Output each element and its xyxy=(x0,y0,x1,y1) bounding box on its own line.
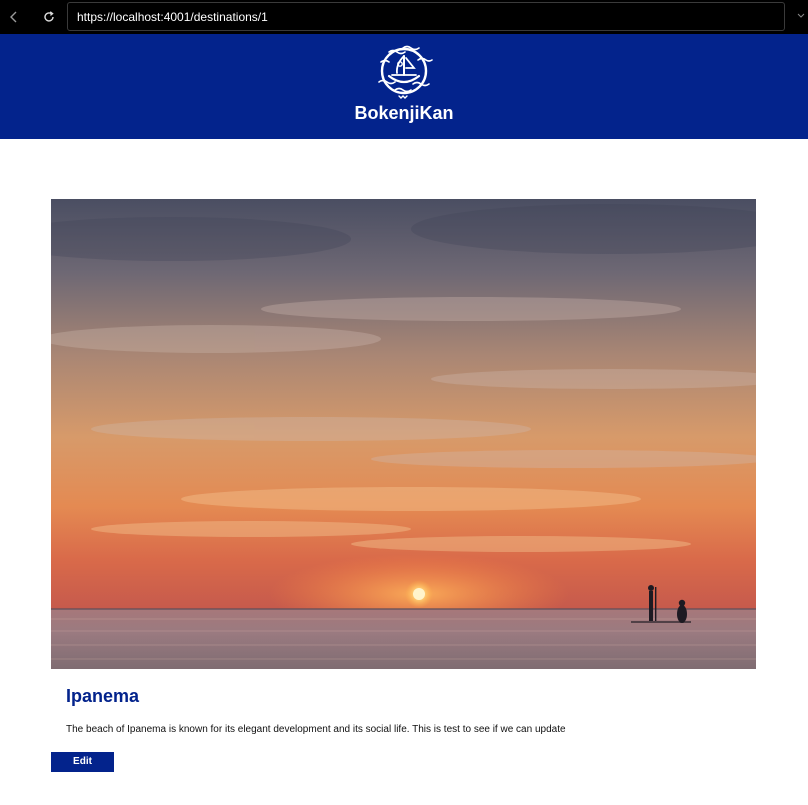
address-bar[interactable]: https://localhost:4001/destinations/1 xyxy=(67,2,785,31)
chevron-left-icon xyxy=(10,11,17,23)
reload-icon xyxy=(44,11,54,22)
edit-button[interactable]: Edit xyxy=(51,752,114,772)
bokenjikan-logo-icon[interactable] xyxy=(373,42,435,100)
brand-name[interactable]: BokenjiKan xyxy=(0,103,808,124)
browser-toolbar: https://localhost:4001/destinations/1 xyxy=(0,0,808,34)
hero-image xyxy=(51,199,756,669)
back-button[interactable] xyxy=(3,6,25,28)
url-text: https://localhost:4001/destinations/1 xyxy=(77,10,268,24)
destination-description: The beach of Ipanema is known for its el… xyxy=(66,724,566,735)
reload-button[interactable] xyxy=(38,6,60,28)
toolbar-edge xyxy=(794,2,808,31)
destination-title: Ipanema xyxy=(66,686,140,706)
